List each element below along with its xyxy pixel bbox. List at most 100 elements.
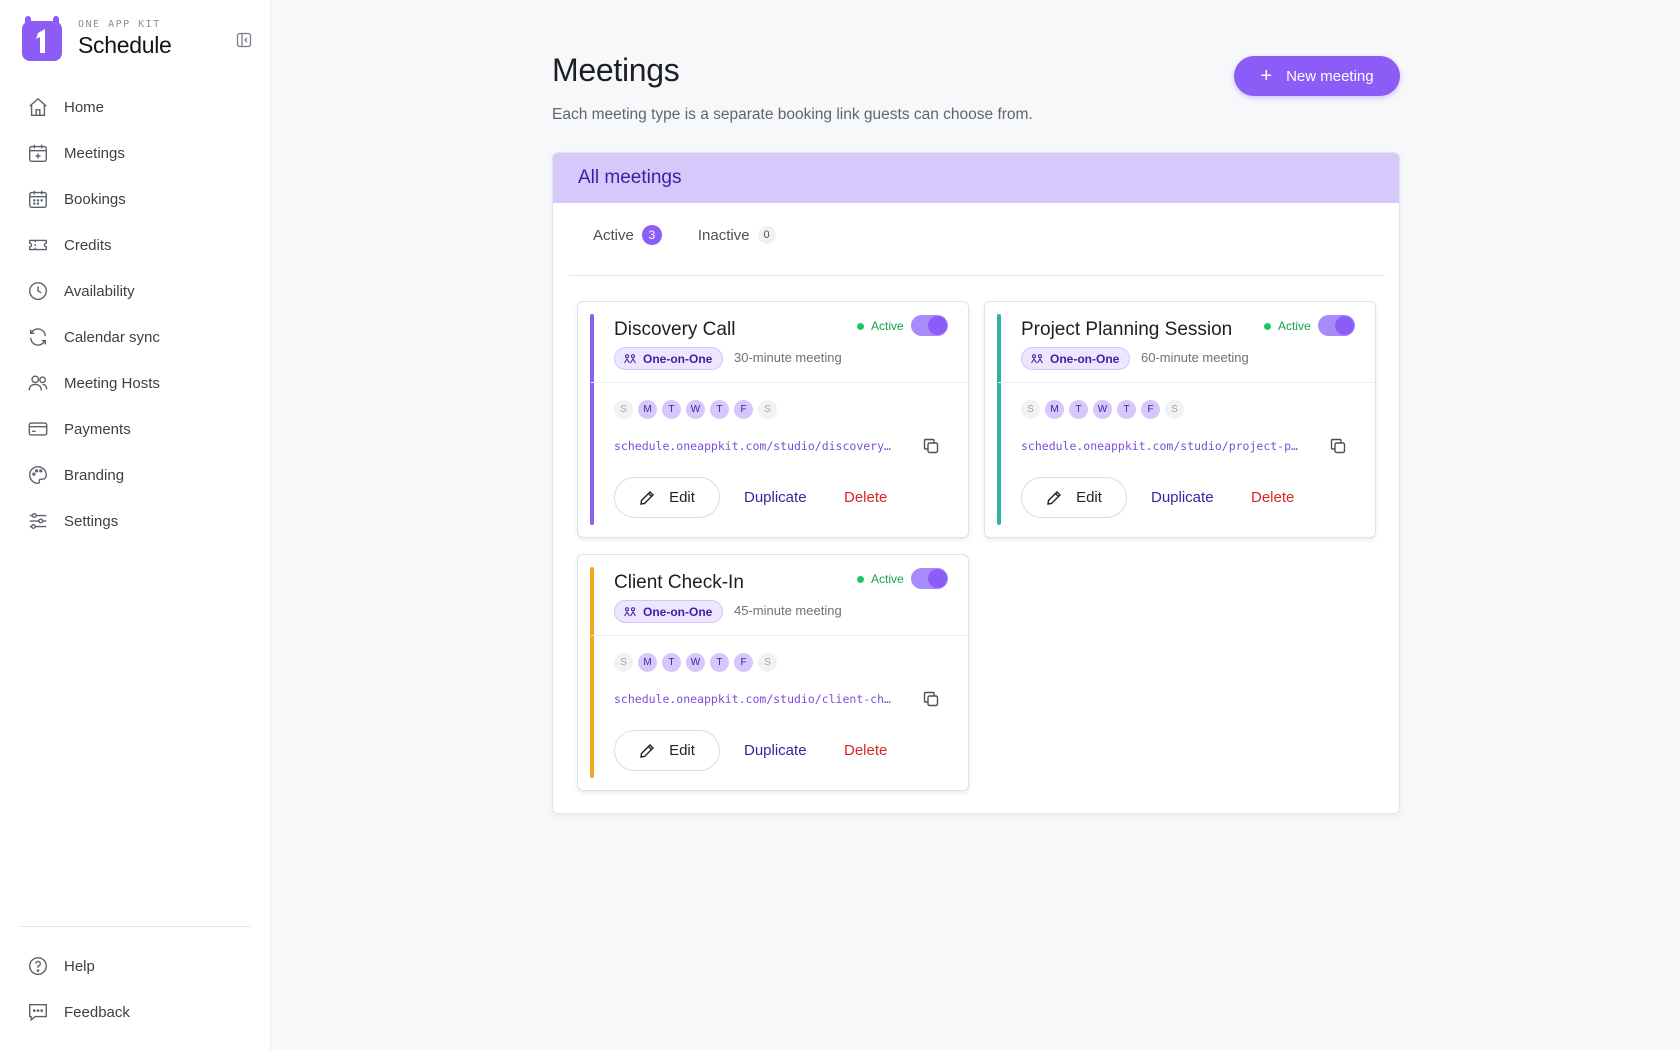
sidebar-item-feedback[interactable]: Feedback [0,989,271,1035]
app-logo-icon [22,16,62,61]
tab-inactive[interactable]: Inactive 0 [698,226,776,244]
home-icon [26,95,50,119]
meeting-type-label: One-on-One [643,351,713,366]
weekday-list: SMTWTFS [614,653,782,672]
new-meeting-button[interactable]: + New meeting [1234,56,1400,96]
brand[interactable]: ONE APP KIT Schedule [22,16,172,61]
users-icon [26,371,50,395]
sidebar-item-branding[interactable]: Branding [0,452,271,498]
sidebar-item-label: Feedback [64,1003,130,1021]
plus-icon: + [1260,65,1273,87]
collapse-sidebar-icon[interactable] [236,32,252,48]
palette-icon [26,463,50,487]
active-toggle[interactable] [911,568,948,589]
sidebar-item-credits[interactable]: Credits [0,222,271,268]
weekday-chip: W [686,653,705,672]
page-subtitle: Each meeting type is a separate booking … [552,106,1033,123]
sidebar-item-calendar-sync[interactable]: Calendar sync [0,314,271,360]
sidebar-item-meeting-hosts[interactable]: Meeting Hosts [0,360,271,406]
meeting-title: Project Planning Session [1021,319,1233,340]
meeting-duration: 60-minute meeting [1141,350,1249,365]
refresh-icon [26,325,50,349]
card-divider [591,382,968,383]
edit-button[interactable]: Edit [614,477,720,518]
duplicate-button[interactable]: Duplicate [744,742,807,759]
meetings-panel: All meetings Active 3 Inactive 0 Discove… [552,152,1400,814]
pencil-icon [1046,490,1062,506]
status-indicator: Active [857,572,904,586]
card-accent-bar [590,567,594,778]
copy-icon[interactable] [1329,437,1347,455]
weekday-chip: S [1165,400,1184,419]
tab-label: Active [593,226,634,244]
weekday-chip: T [1069,400,1088,419]
sidebar-item-label: Bookings [64,190,126,208]
duplicate-button[interactable]: Duplicate [744,489,807,506]
delete-button[interactable]: Delete [844,742,887,759]
meeting-type-label: One-on-One [643,604,713,619]
panel-title: All meetings [578,167,682,188]
help-circle-icon [26,954,50,978]
booking-link[interactable]: schedule.oneappkit.com/studio/client-ch… [614,692,904,706]
pencil-icon [639,490,655,506]
page-title: Meetings [552,52,680,88]
card-accent-bar [590,314,594,525]
sidebar-item-payments[interactable]: Payments [0,406,271,452]
weekday-chip: T [662,653,681,672]
card-accent-bar [997,314,1001,525]
tab-active[interactable]: Active 3 [593,225,662,245]
duplicate-button[interactable]: Duplicate [1151,489,1214,506]
credit-card-icon [26,417,50,441]
meeting-type-badge: One-on-One [1021,347,1131,370]
sidebar-nav: Home Meetings Bookings Credits Availabil… [0,84,271,544]
sidebar-item-availability[interactable]: Availability [0,268,271,314]
tabs-divider [569,275,1385,276]
delete-button[interactable]: Delete [844,489,887,506]
weekday-list: SMTWTFS [614,400,782,419]
weekday-chip: F [1141,400,1160,419]
sidebar-item-home[interactable]: Home [0,84,271,130]
status-indicator: Active [857,319,904,333]
weekday-chip: S [758,400,777,419]
panel-header: All meetings [553,153,1399,203]
edit-label: Edit [1076,489,1102,506]
edit-button[interactable]: Edit [1021,477,1127,518]
copy-icon[interactable] [922,690,940,708]
copy-icon[interactable] [922,437,940,455]
sidebar-item-label: Payments [64,420,131,438]
sidebar-divider [20,926,251,927]
meeting-type-badge: One-on-One [614,347,724,370]
sidebar-item-settings[interactable]: Settings [0,498,271,544]
booking-link[interactable]: schedule.oneappkit.com/studio/discovery… [614,439,904,453]
sidebar-item-label: Help [64,957,95,975]
status-label: Active [871,572,904,586]
people-icon [1030,353,1044,364]
sidebar-item-bookings[interactable]: Bookings [0,176,271,222]
people-icon [623,606,637,617]
weekday-chip: F [734,653,753,672]
sidebar-item-meetings[interactable]: Meetings [0,130,271,176]
card-divider [998,382,1375,383]
active-toggle[interactable] [1318,315,1355,336]
tab-count-badge: 3 [641,225,662,245]
edit-button[interactable]: Edit [614,730,720,771]
weekday-chip: F [734,400,753,419]
status-label: Active [1278,319,1311,333]
meeting-title: Discovery Call [614,319,736,340]
sidebar-item-label: Availability [64,282,135,300]
pencil-icon [639,743,655,759]
edit-label: Edit [669,742,695,759]
booking-link[interactable]: schedule.oneappkit.com/studio/project-p… [1021,439,1311,453]
weekday-chip: S [614,653,633,672]
tab-count-badge: 0 [757,226,776,244]
card-divider [591,635,968,636]
toggle-knob [928,569,947,588]
status-indicator: Active [1264,319,1311,333]
status-tabs: Active 3 Inactive 0 [593,225,812,245]
sidebar-item-help[interactable]: Help [0,943,271,989]
delete-button[interactable]: Delete [1251,489,1294,506]
weekday-chip: T [710,400,729,419]
active-toggle[interactable] [911,315,948,336]
ticket-icon [26,233,50,257]
meeting-card: Discovery Call Active One-on-One 30-minu… [577,301,969,538]
